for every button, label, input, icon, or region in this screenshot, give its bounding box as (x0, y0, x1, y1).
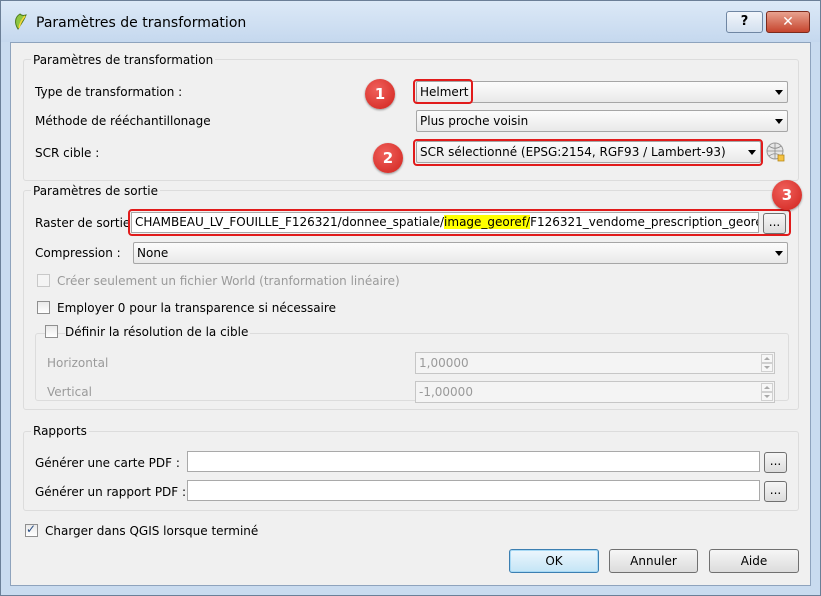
qgis-icon (15, 13, 27, 30)
load-in-qgis-checkbox[interactable] (25, 522, 38, 537)
annotation-badge-3: 3 (772, 180, 802, 210)
pdf-report-input[interactable] (187, 480, 760, 501)
horizontal-value: 1,00000 (419, 356, 469, 370)
annotation-box-1 (413, 79, 473, 104)
cancel-button[interactable]: Annuler (609, 549, 698, 573)
help-button[interactable]: Aide (709, 549, 799, 573)
chevron-down-icon (775, 251, 783, 256)
dialog-body: Paramètres de transformation Type de tra… (10, 42, 811, 586)
vertical-label: Vertical (47, 385, 92, 399)
output-raster-label: Raster de sortie (35, 216, 131, 230)
compression-value: None (137, 246, 169, 260)
vertical-value: -1,00000 (419, 385, 473, 399)
annotation-box-2 (413, 139, 763, 166)
load-in-qgis-label: Charger dans QGIS lorsque terminé (45, 524, 259, 538)
resolution-label: Définir la résolution de la cible (65, 325, 251, 339)
close-button[interactable]: ✕ (766, 11, 810, 33)
spin-up-icon[interactable] (761, 354, 773, 363)
spin-down-icon[interactable] (761, 392, 773, 401)
crs-selector-globe-icon[interactable] (766, 142, 786, 162)
horizontal-resolution-spinbox[interactable]: 1,00000 (415, 352, 775, 374)
world-file-checkbox[interactable] (37, 274, 50, 287)
transform-type-label: Type de transformation : (35, 85, 183, 99)
vertical-resolution-spinbox[interactable]: -1,00000 (415, 381, 775, 403)
dialog-window: Paramètres de transformation ? ✕ Paramèt… (0, 0, 821, 596)
annotation-badge-2: 2 (373, 143, 403, 173)
window-title: Paramètres de transformation (36, 15, 247, 31)
title-bar: Paramètres de transformation ? ✕ (1, 1, 820, 42)
output-params-title: Paramètres de sortie (31, 184, 160, 198)
horizontal-label: Horizontal (47, 356, 109, 370)
chevron-down-icon (775, 90, 783, 95)
pdf-report-browse-button[interactable]: ... (764, 481, 787, 502)
spin-down-icon[interactable] (761, 363, 773, 372)
transparency-checkbox[interactable] (37, 301, 50, 314)
pdf-map-label: Générer une carte PDF : (35, 456, 180, 470)
pdf-map-input[interactable] (187, 451, 760, 472)
chevron-down-icon (775, 119, 783, 124)
resample-method-label: Méthode de rééchantillonage (35, 114, 211, 128)
pdf-map-browse-button[interactable]: ... (764, 452, 787, 473)
ok-button[interactable]: OK (509, 549, 599, 573)
transform-params-title: Paramètres de transformation (31, 53, 216, 67)
spin-up-icon[interactable] (761, 383, 773, 392)
reports-title: Rapports (31, 424, 89, 438)
target-crs-label: SCR cible : (35, 146, 100, 160)
compression-label: Compression : (35, 246, 121, 260)
resolution-checkbox[interactable] (45, 325, 58, 338)
resample-method-value: Plus proche voisin (420, 114, 529, 128)
world-file-label: Créer seulement un fichier World (tranfo… (57, 274, 400, 288)
annotation-badge-1: 1 (365, 79, 395, 109)
annotation-box-3 (128, 209, 791, 236)
pdf-report-label: Générer un rapport PDF : (35, 485, 187, 499)
help-title-button[interactable]: ? (726, 11, 763, 33)
resample-method-select[interactable]: Plus proche voisin (416, 110, 788, 132)
compression-select[interactable]: None (133, 242, 788, 264)
transparency-label: Employer 0 pour la transparence si néces… (57, 301, 336, 315)
